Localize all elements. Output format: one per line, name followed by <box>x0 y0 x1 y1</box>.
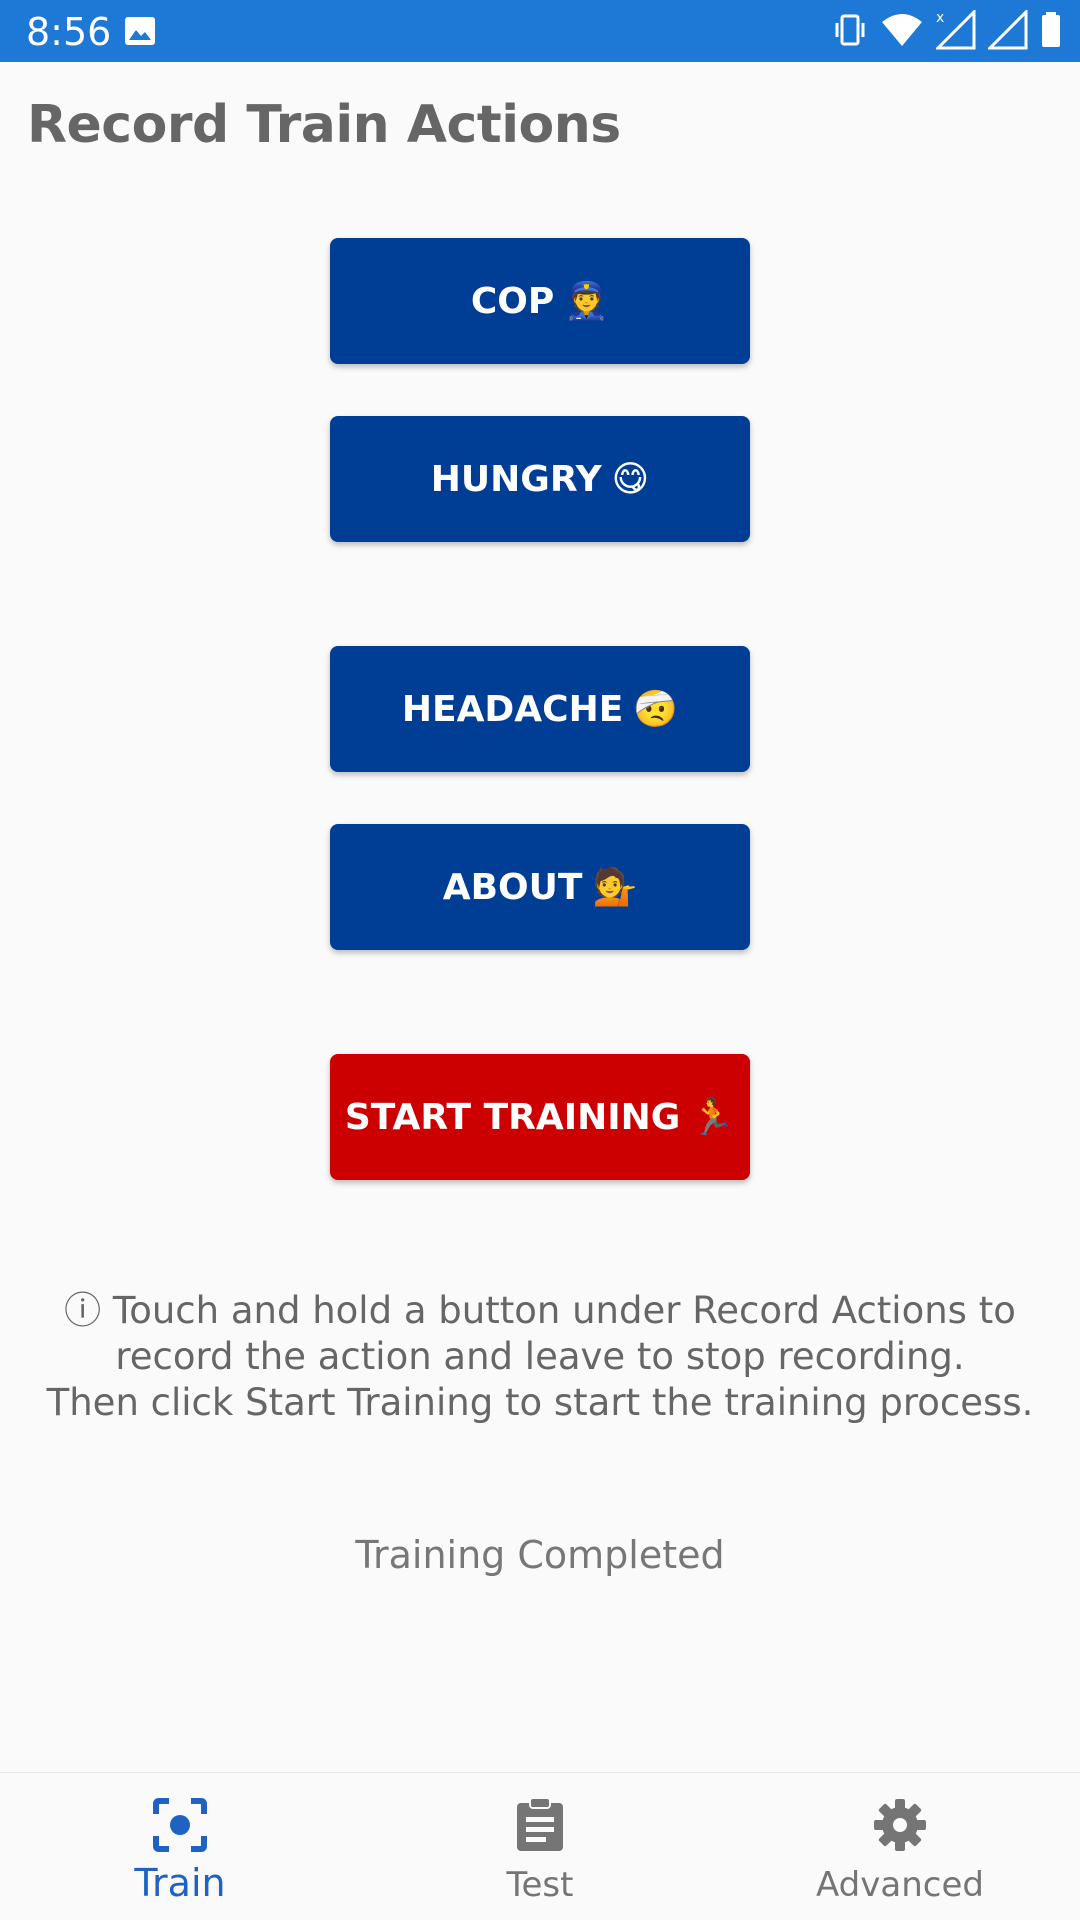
status-time: 8:56 <box>26 10 112 54</box>
instructions-line-1-text: Touch and hold a button under Record Act… <box>112 1289 1016 1332</box>
nav-test-label: Test <box>506 1865 574 1905</box>
headache-button-label: HEADACHE <box>401 688 624 730</box>
vibrate-icon <box>832 12 868 53</box>
cop-button-label: COP <box>470 280 555 322</box>
nav-train-label: Train <box>134 1861 226 1905</box>
bandage-face-icon: 🤕 <box>633 689 679 730</box>
info-desk-person-icon: 💁 <box>592 867 638 908</box>
nav-test[interactable]: Test <box>360 1773 720 1920</box>
training-status: Training Completed <box>355 1533 725 1577</box>
about-button-label: ABOUT <box>442 866 583 908</box>
instructions-line-2: record the action and leave to stop reco… <box>115 1335 965 1378</box>
running-person-icon: 🏃 <box>690 1097 736 1138</box>
svg-text:x: x <box>936 10 944 26</box>
start-training-button-label: START TRAINING <box>344 1096 681 1138</box>
hungry-button-label: HUNGRY <box>430 458 602 500</box>
signal-x-icon: x <box>934 8 976 55</box>
nav-train[interactable]: Train <box>0 1773 360 1920</box>
clipboard-icon <box>510 1795 570 1855</box>
instructions-text: ⓘ Touch and hold a button under Record A… <box>40 1288 1040 1426</box>
about-button[interactable]: ABOUT 💁 <box>330 824 750 950</box>
nav-advanced[interactable]: Advanced <box>720 1773 1080 1920</box>
bottom-nav: Train Test Advanced <box>0 1772 1080 1920</box>
hungry-button[interactable]: HUNGRY 😋 <box>330 416 750 542</box>
image-icon <box>124 16 156 51</box>
info-icon: ⓘ <box>64 1289 102 1332</box>
page-title: Record Train Actions <box>27 95 621 155</box>
yum-face-icon: 😋 <box>611 458 650 500</box>
focus-camera-icon <box>150 1795 210 1855</box>
battery-icon <box>1040 12 1062 53</box>
nav-advanced-label: Advanced <box>816 1865 984 1905</box>
headache-button[interactable]: HEADACHE 🤕 <box>330 646 750 772</box>
cop-button[interactable]: COP 👮 <box>330 238 750 364</box>
gear-icon <box>870 1795 930 1855</box>
wifi-icon <box>880 12 924 53</box>
start-training-button[interactable]: START TRAINING 🏃 <box>330 1054 750 1180</box>
signal-icon <box>986 8 1028 55</box>
instructions-line-1: ⓘ Touch and hold a button under Record A… <box>40 1288 1040 1334</box>
status-bar: 8:56 x <box>0 0 1080 62</box>
police-officer-icon: 👮 <box>564 281 610 322</box>
status-icons: x <box>832 8 1062 55</box>
instructions-line-3: Then click Start Training to start the t… <box>46 1381 1034 1424</box>
